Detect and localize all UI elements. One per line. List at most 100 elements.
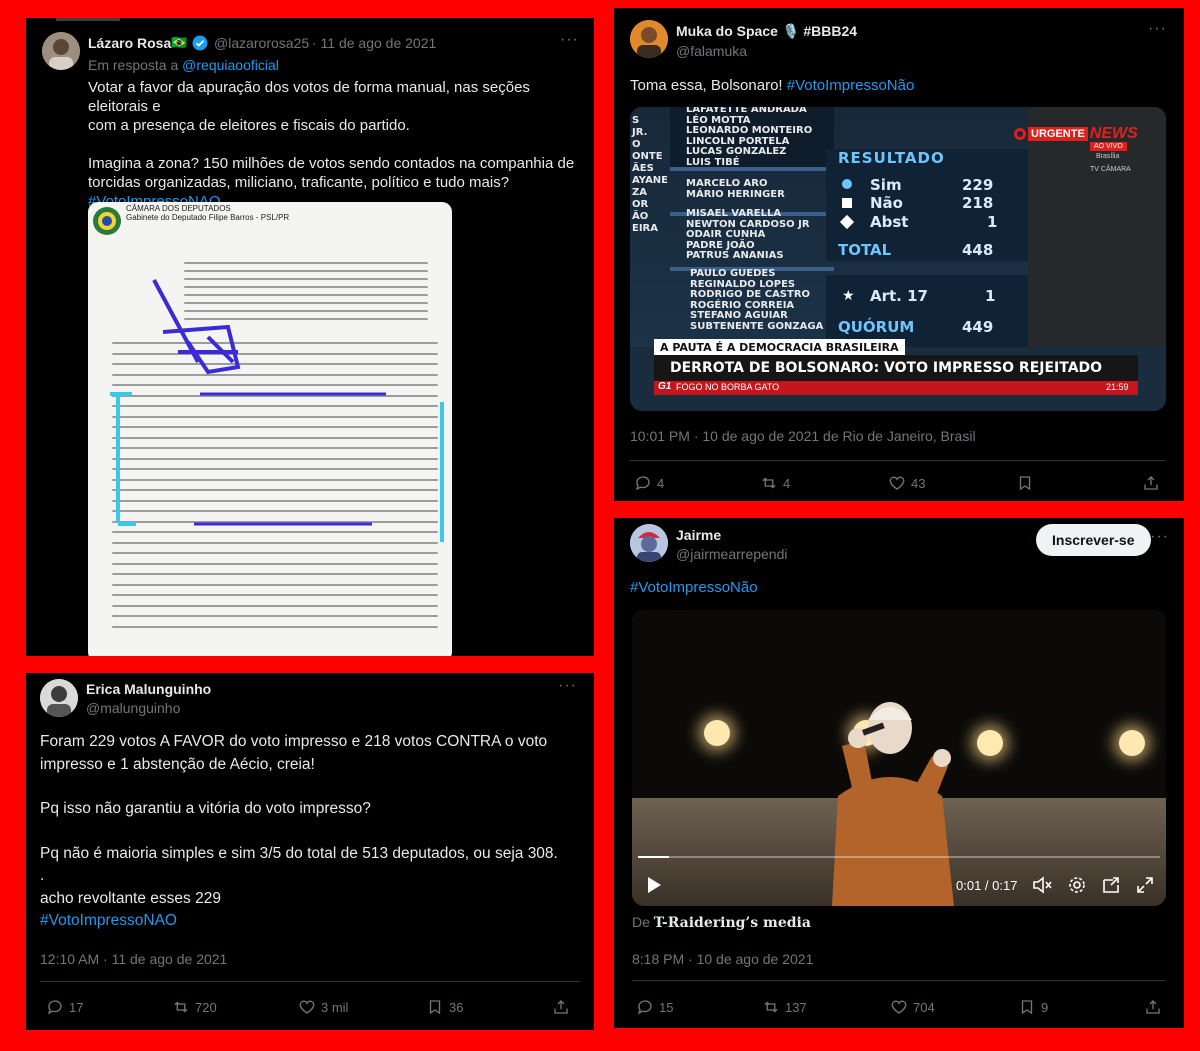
left-label: O: [632, 139, 641, 150]
tv-screenshot-image[interactable]: S JR. O ONTE ÃES AYANE ZA OR ÃO EIRA LAFAYETTE AN…: [630, 107, 1166, 411]
post-meta[interactable]: 10:01 PM · 10 de ago de 2021 de Rio de J…: [630, 428, 976, 444]
deputy-name: RODRIGO DE CASTRO: [690, 289, 811, 300]
deputy-names-mid: MARCELO ARO MÁRIO HERINGER: [686, 178, 785, 200]
settings-gear-icon[interactable]: [1068, 876, 1086, 899]
text-line: com a presença de eleitores e fiscais do…: [88, 117, 410, 134]
share-icon: [1146, 1000, 1160, 1014]
display-name[interactable]: Muka do Space: [676, 23, 778, 39]
deputy-names-top: LAFAYETTE ANDRADA LÉO MOTTA LEONARDO MONTE…: [686, 107, 812, 168]
reply-mention-link[interactable]: @requiaooficial: [182, 57, 279, 73]
repost-count: 720: [195, 999, 217, 1015]
repost-icon: [764, 1001, 778, 1013]
deputy-names-bottom: PAULO GUEDES REGINALDO LOPES RODRIGO DE CA…: [690, 268, 823, 332]
play-icon[interactable]: [646, 876, 662, 899]
like-count: 43: [911, 475, 926, 491]
art-value: 1: [985, 287, 996, 305]
clock: 21:59: [1106, 382, 1129, 392]
resultado-title: RESULTADO: [838, 149, 945, 167]
bookmark-button[interactable]: 9: [1018, 998, 1048, 1016]
media-source-link[interactable]: T-Raidering’s media: [654, 915, 811, 931]
urgente-label: URGENTE: [1028, 127, 1088, 141]
handle[interactable]: @falamuka: [676, 43, 747, 59]
tweet-text: Toma essa, Bolsonaro! #VotoImpressoNão: [630, 76, 914, 95]
text-line: impresso e 1 abstenção de Aécio, creia!: [40, 755, 315, 773]
text-line: Foram 229 votos A FAVOR do voto impresso…: [40, 733, 548, 750]
fullscreen-icon[interactable]: [1136, 876, 1154, 899]
verified-badge-icon: [192, 35, 208, 56]
heart-icon: [889, 476, 905, 490]
deputy-name: LUIS TIBÉ: [686, 156, 740, 168]
share-button[interactable]: [1144, 998, 1162, 1016]
post-meta[interactable]: 12:10 AM · 11 de ago de 2021: [40, 951, 227, 967]
post-date[interactable]: · 11 de ago de 2021: [312, 35, 436, 51]
g1-logo: G1: [658, 381, 672, 392]
deputy-name: STEFANO AGUIAR: [690, 310, 788, 321]
reply-button[interactable]: 4: [634, 474, 664, 492]
bookmark-count: 9: [1041, 999, 1049, 1015]
avatar[interactable]: [40, 679, 78, 717]
tweet-text: Foram 229 votos A FAVOR do voto impresso…: [40, 731, 584, 933]
avatar[interactable]: [630, 524, 668, 562]
heart-icon: [891, 1000, 907, 1014]
avatar[interactable]: [630, 20, 668, 58]
art-label: Art. 17: [870, 287, 928, 305]
share-button[interactable]: [552, 998, 570, 1016]
video-player[interactable]: 0:01 / 0:17: [632, 610, 1166, 906]
tweet-text: Votar a favor da apuração dos votos de f…: [88, 78, 588, 211]
text: Toma essa, Bolsonaro!: [630, 77, 783, 94]
sim-dot-icon: [842, 179, 852, 189]
deputy-name: PATRUS ANANIAS: [686, 250, 784, 261]
document-image[interactable]: CÂMARA DOS DEPUTADOS Gabinete do Deputad…: [88, 202, 452, 656]
repost-button[interactable]: 137: [762, 998, 807, 1016]
handle[interactable]: @jairmearrependi: [676, 546, 787, 562]
left-label: JR.: [632, 127, 648, 138]
avatar[interactable]: [42, 32, 80, 70]
reply-count: 4: [657, 475, 665, 491]
progress-track[interactable]: [638, 856, 1160, 858]
name-suffix: 🎙️ #BBB24: [782, 23, 858, 39]
hashtag-link[interactable]: #VotoImpressoNAO: [40, 910, 584, 933]
more-options-icon[interactable]: ···: [1148, 20, 1167, 38]
display-name[interactable]: Erica Malunguinho: [86, 681, 211, 697]
handle[interactable]: @lazarorosa25: [214, 35, 309, 51]
post-meta[interactable]: 8:18 PM · 10 de ago de 2021: [632, 951, 813, 967]
more-options-icon[interactable]: ···: [560, 31, 579, 49]
like-button[interactable]: 704: [890, 998, 935, 1016]
display-name[interactable]: Lázaro Rosa: [88, 35, 171, 51]
share-button[interactable]: [1142, 474, 1160, 492]
like-button[interactable]: 3 mil: [298, 998, 348, 1016]
progress-fill: [638, 856, 670, 858]
reply-button[interactable]: 15: [636, 998, 673, 1016]
brasilia-label: Brasília: [1096, 153, 1120, 160]
repost-button[interactable]: 4: [760, 474, 790, 492]
tweet-muka-do-space: Muka do Space 🎙️ #BBB24 @falamuka ··· To…: [614, 8, 1184, 501]
left-label: OR: [632, 199, 649, 210]
repost-button[interactable]: 720: [172, 998, 217, 1016]
bookmark-button[interactable]: 36: [426, 998, 463, 1016]
deputy-name: LEONARDO MONTEIRO: [686, 125, 813, 136]
display-name[interactable]: Jairme: [676, 527, 721, 543]
left-label: S: [632, 115, 640, 126]
volume-muted-icon[interactable]: [1032, 876, 1052, 899]
reply-icon: [635, 476, 650, 491]
text-line: Pq não é maioria simples e sim 3/5 do to…: [40, 844, 558, 862]
like-button[interactable]: 43: [888, 474, 925, 492]
text-line: acho revoltante esses 229: [40, 889, 221, 907]
reply-button[interactable]: 17: [46, 998, 83, 1016]
art-star-icon: ★: [842, 287, 855, 303]
handle[interactable]: @malunguinho: [86, 700, 180, 716]
headline-banner: DERROTA DE BOLSONARO: VOTO IMPRESSO REJE…: [654, 355, 1138, 381]
heart-icon: [299, 1000, 315, 1014]
more-options-icon[interactable]: ···: [558, 677, 577, 695]
tweet-text: #VotoImpressoNão: [630, 578, 758, 597]
hashtag-link[interactable]: #VotoImpressoNão: [787, 77, 915, 94]
more-options-icon[interactable]: ···: [1150, 528, 1169, 546]
hashtag-link[interactable]: #VotoImpressoNão: [630, 579, 758, 596]
deputy-name: PAULO GUEDES: [690, 268, 776, 279]
bookmark-icon: [1021, 1000, 1033, 1015]
deputy-name: LUCAS GONZALEZ: [686, 146, 787, 157]
subscribe-button[interactable]: Inscrever-se: [1036, 524, 1151, 556]
picture-in-picture-icon[interactable]: [1102, 876, 1120, 899]
bookmark-button[interactable]: [1016, 474, 1034, 492]
left-column-labels: S JR. O ONTE ÃES AYANE ZA OR ÃO EIRA: [632, 115, 668, 235]
